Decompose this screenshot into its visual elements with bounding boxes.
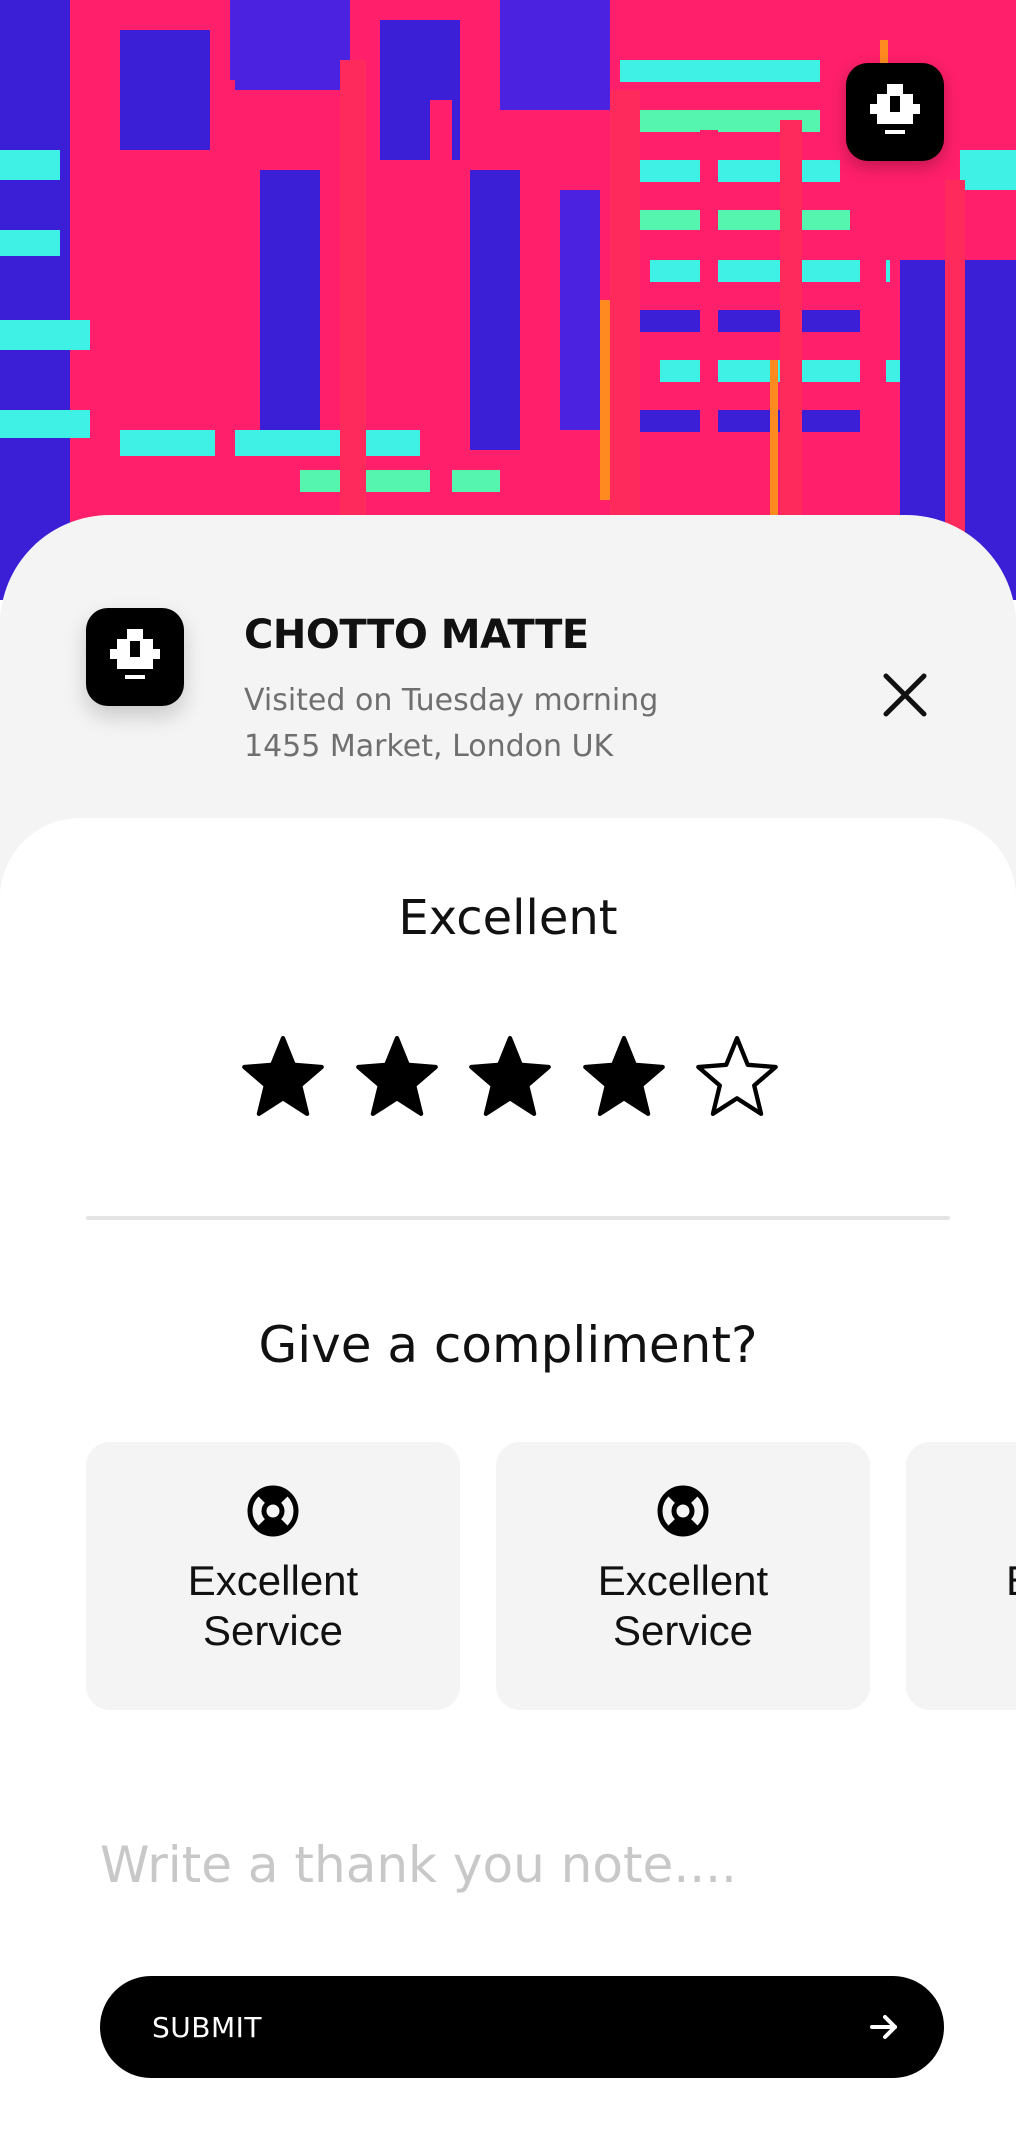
compliment-option[interactable]: Excellent Service <box>86 1442 460 1710</box>
compliment-option[interactable]: Excellent Service <box>496 1442 870 1710</box>
venue-name: CHOTTO MATTE <box>244 612 589 658</box>
close-button[interactable] <box>876 666 934 724</box>
hero-brand-logo <box>846 63 944 161</box>
submit-label: SUBMIT <box>152 2010 262 2044</box>
close-icon <box>883 673 927 717</box>
compliment-option[interactable]: E <box>906 1442 1016 1710</box>
star-1-icon[interactable] <box>240 1033 326 1119</box>
compliment-label: Excellent Service <box>187 1557 359 1654</box>
compliment-label: E <box>906 1556 1016 1606</box>
compliment-carousel[interactable]: Excellent Service Excellent Service E <box>86 1442 1016 1710</box>
star-5-icon[interactable] <box>694 1033 780 1119</box>
compliment-label: Excellent Service <box>597 1557 769 1654</box>
visit-time: Visited on Tuesday morning <box>244 683 659 718</box>
venue-address: 1455 Market, London UK <box>244 729 614 764</box>
star-3-icon[interactable] <box>467 1033 553 1119</box>
brand-mark-icon <box>870 84 920 134</box>
brand-mark-icon <box>110 629 160 679</box>
submit-button[interactable]: SUBMIT <box>100 1976 944 2078</box>
section-divider <box>86 1216 950 1220</box>
lifebuoy-icon <box>657 1485 709 1537</box>
thank-you-note-input[interactable] <box>100 1830 940 1900</box>
star-2-icon[interactable] <box>354 1033 440 1119</box>
rating-label: Excellent <box>398 890 618 946</box>
star-4-icon[interactable] <box>581 1033 667 1119</box>
star-rating <box>240 1033 780 1119</box>
lifebuoy-icon <box>247 1485 299 1537</box>
compliment-title: Give a compliment? <box>258 1316 758 1374</box>
arrow-right-icon <box>870 2015 897 2039</box>
venue-logo <box>86 608 184 706</box>
